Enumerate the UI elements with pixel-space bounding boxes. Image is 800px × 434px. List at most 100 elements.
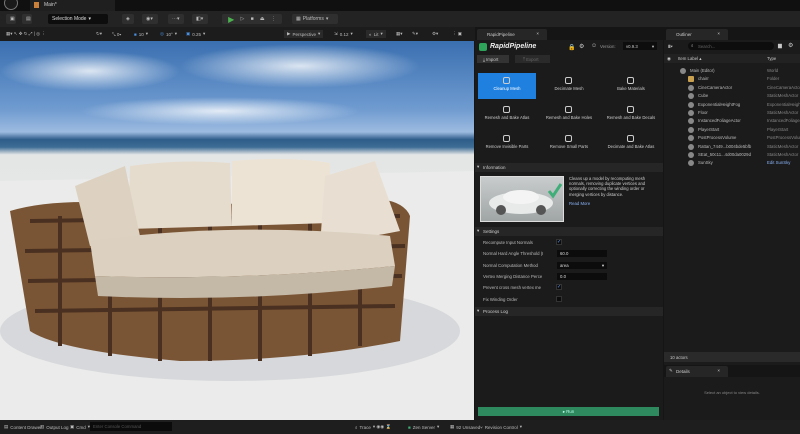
transform-tools[interactable]: ▦▾ ↖ ✥ ↻ ⤢ | ◎ ⋮ (6, 30, 46, 38)
item-type: Folder (767, 76, 780, 82)
scale-snap[interactable]: ▣ 0.25 ▾ (186, 30, 205, 38)
content-drawer-button[interactable]: ▤ Content Drawer (4, 424, 42, 430)
tool-button[interactable]: Remove Small Parts (540, 131, 598, 157)
revision-control-button[interactable]: ⑂ Revision Control ▾ (480, 424, 522, 430)
settings-gear-icon[interactable]: ⚙ (788, 42, 793, 49)
setting-checkbox[interactable] (556, 295, 562, 302)
camera-speed[interactable]: ⇲ 0.12 ▾ (334, 30, 353, 38)
column-item-label[interactable]: Item Label ▴ (678, 56, 701, 62)
tool-button[interactable]: Decimate and Bake Atlas (602, 131, 660, 157)
actor-icon (688, 101, 694, 108)
tool-button[interactable]: Cleanup Mesh (478, 73, 536, 99)
eject-icon[interactable]: ⏏ (260, 16, 265, 22)
outliner-row[interactable]: Main (Editor) World (664, 67, 800, 75)
outliner-row[interactable]: chairr Folder (664, 75, 800, 83)
gear-icon[interactable]: ⚙ (579, 43, 584, 50)
item-type: World (767, 68, 779, 73)
outliner-row[interactable]: SunSky Edit SunSky (664, 159, 800, 167)
output-log-button[interactable]: ▥ Output Log (40, 424, 69, 430)
outliner-row[interactable]: InstancedFoliageActor InstancedFoliageAct… (664, 117, 800, 125)
outliner-row[interactable]: PostProcessVolume PostProcessVolume (664, 134, 800, 142)
console-input[interactable]: Enter Console Command (90, 422, 172, 431)
tab-rapidpipeline[interactable]: RapidPipeline × (477, 29, 547, 40)
add-actor-icon[interactable]: ◈ (122, 14, 134, 24)
tool-button[interactable]: Bake Materials (602, 73, 660, 99)
surface-snap-icon[interactable]: ↻▾ (96, 30, 102, 38)
setting-dropdown[interactable]: area ▾ (557, 261, 607, 269)
rapidpipeline-logo-icon (479, 43, 487, 51)
tab-outliner[interactable]: Outliner × (666, 29, 728, 40)
setting-label: Fix Winding Order (483, 296, 518, 302)
zen-server-button[interactable]: ■ Zen Server ▾ (408, 424, 439, 430)
unreal-logo-icon[interactable] (4, 0, 18, 10)
rotation-snap[interactable]: ◎ 10° ▾ (160, 30, 177, 38)
column-type[interactable]: Type (767, 56, 776, 61)
tool-button[interactable]: Remesh and Bake Holes (540, 102, 598, 128)
visibility-eye-icon: ◉ (667, 56, 671, 61)
lock-icon[interactable]: 🔒 (568, 44, 575, 51)
setting-checkbox[interactable]: ✓ (556, 284, 562, 291)
outliner-row[interactable]: Floor StaticMeshActor (664, 109, 800, 117)
version-dropdown[interactable]: v0.9.3 ▾ (623, 42, 657, 50)
selection-mode-dropdown[interactable]: Selection Mode ▾ (48, 14, 108, 24)
outliner-search-input[interactable]: ⌕ Search... (688, 42, 774, 50)
cmd-icon: ▣ (70, 424, 75, 429)
show-flags[interactable]: ▦▾ (396, 30, 403, 38)
tool-button[interactable]: Remove Invisible Parts (478, 131, 536, 157)
close-icon[interactable]: × (536, 31, 539, 36)
information-section-header[interactable]: Information (475, 163, 663, 172)
more-icon[interactable]: ⋮ (271, 16, 276, 22)
item-label: PlayerStart (698, 126, 720, 132)
actor-icon (688, 135, 694, 142)
step-icon[interactable]: ▷ (241, 16, 245, 22)
tool-button[interactable]: Remesh and Bake Decals (602, 102, 660, 128)
unsaved-button[interactable]: ▦ 92 Unsaved (450, 424, 480, 430)
help-icon[interactable]: ☺ (591, 43, 597, 49)
trace-dropdown[interactable]: ⌕ Trace ▾ ◉◉ ⌛ (355, 424, 391, 430)
outliner-row[interactable]: SEat_50c11...4d00da0029d StaticMeshActor (664, 151, 800, 159)
outliner-row[interactable]: CineCameraActor CineCameraActor (664, 84, 800, 92)
snap-toggle[interactable]: ⤡ 0▾ (112, 30, 121, 38)
tool-button[interactable]: Decimate Mesh (540, 73, 598, 99)
grid-snap[interactable]: ■ 10 ▾ (134, 30, 148, 38)
outliner-row[interactable]: PlayerStart PlayerStart (664, 126, 800, 134)
play-icon[interactable]: ▶ (228, 15, 234, 24)
settings-gear-icon[interactable]: ⚙▾ (432, 30, 438, 38)
platforms-dropdown[interactable]: ▦ Platforms ▾ (292, 14, 338, 24)
perspective-dropdown[interactable]: ▶ Perspective ▾ (284, 30, 324, 38)
run-button[interactable]: ▸ Run (478, 407, 659, 416)
tab-details[interactable]: ✎ Details × (666, 366, 728, 377)
settings-section-header[interactable]: Settings (475, 227, 663, 236)
process-log-section-header[interactable]: Process Log (475, 307, 663, 316)
cmd-dropdown[interactable]: ▣ Cmd ▾ (70, 424, 90, 430)
setting-input[interactable]: 0.0 (557, 272, 607, 280)
tool-button[interactable]: Remesh and Bake Atlas (478, 102, 536, 128)
read-more-link[interactable]: Read More (569, 201, 590, 206)
export-button[interactable]: ⤒ Export (515, 55, 550, 63)
sequence-icon[interactable]: ⋯▾ (168, 14, 184, 24)
close-icon[interactable]: × (717, 368, 720, 373)
lit-dropdown[interactable]: ◐ Lit ▾ (366, 30, 386, 38)
actor-icon (688, 76, 694, 83)
filter-icon[interactable]: ⩩▾ (668, 44, 673, 50)
content-icon[interactable]: ▤ (22, 14, 32, 24)
blueprint-icon[interactable]: ◉▾ (142, 14, 158, 24)
outliner-row[interactable]: ExponentialHeightFog ExponentialHeightFog (664, 101, 800, 109)
cinematics-icon[interactable]: ◧▾ (192, 14, 208, 24)
item-type: StaticMeshActor (767, 152, 799, 157)
close-icon[interactable]: × (717, 31, 720, 36)
import-button[interactable]: ⤓ Import (477, 55, 509, 63)
level-viewport[interactable] (0, 41, 474, 420)
draw-icon[interactable]: ✎▾ (412, 30, 418, 38)
save-icon[interactable]: ▣ (6, 14, 16, 24)
add-folder-icon[interactable]: ▆ (778, 43, 782, 49)
level-tab[interactable]: Main* (30, 0, 115, 11)
viewport-layout-icon[interactable]: ⋮ ▣ (452, 30, 462, 38)
setting-checkbox[interactable]: ✓ (556, 239, 562, 245)
level-icon (34, 2, 39, 8)
setting-input[interactable]: 60.0 (557, 250, 607, 258)
outliner-row[interactable]: Rattan_7449...b004bde5bfb StaticMeshActor (664, 143, 800, 151)
item-type[interactable]: Edit SunSky (767, 160, 800, 165)
outliner-row[interactable]: Cube StaticMeshActor (664, 92, 800, 100)
stop-icon[interactable]: ■ (251, 16, 254, 22)
